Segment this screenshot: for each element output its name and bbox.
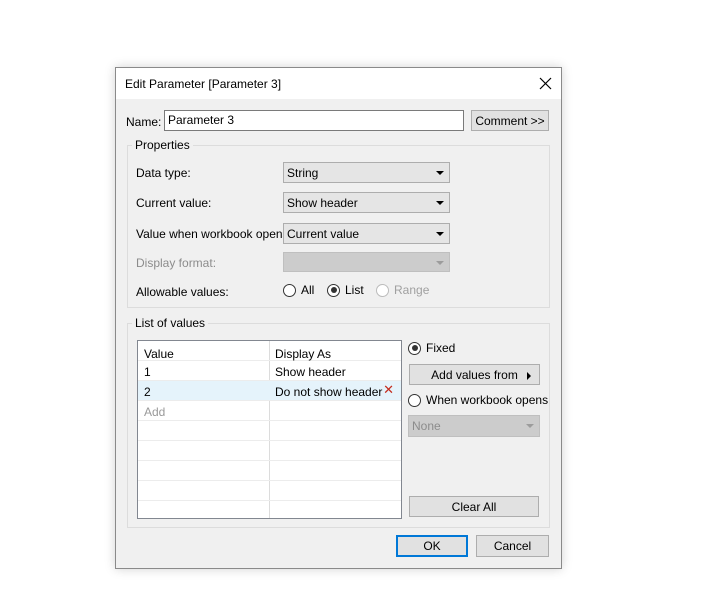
chevron-down-icon bbox=[436, 171, 444, 175]
close-icon bbox=[539, 77, 552, 90]
cancel-button[interactable]: Cancel bbox=[476, 535, 549, 557]
chevron-down-icon bbox=[436, 201, 444, 205]
name-label: Name: bbox=[126, 115, 162, 129]
table-row bbox=[138, 441, 401, 461]
value-column-header: Value bbox=[144, 347, 174, 361]
workbook-field-select: None bbox=[408, 415, 540, 437]
chevron-down-icon bbox=[436, 232, 444, 236]
radio-circle bbox=[408, 341, 421, 355]
radio-circle bbox=[376, 283, 389, 297]
display-format-label: Display format: bbox=[136, 256, 217, 270]
radio-circle bbox=[327, 283, 340, 297]
radio-circle bbox=[408, 393, 421, 407]
current-value-select[interactable]: Show header bbox=[283, 192, 450, 213]
when-workbook-opens-radio[interactable]: When workbook opens bbox=[408, 393, 548, 407]
data-type-label: Data type: bbox=[136, 166, 191, 180]
workbook-opens-label: Value when workbook opens: bbox=[136, 227, 292, 241]
data-type-value: String bbox=[287, 166, 319, 180]
allowable-list-radio[interactable]: List bbox=[327, 283, 364, 297]
name-input[interactable]: Parameter 3 bbox=[164, 110, 464, 131]
chevron-down-icon bbox=[436, 261, 444, 265]
allowable-all-label: All bbox=[301, 283, 315, 297]
allowable-values-label: Allowable values: bbox=[136, 285, 229, 299]
current-value-value: Show header bbox=[287, 196, 358, 210]
table-row[interactable]: 1 Show header bbox=[138, 361, 401, 381]
add-values-from-button[interactable]: Add values from bbox=[409, 364, 540, 385]
when-workbook-opens-label: When workbook opens bbox=[426, 393, 549, 407]
table-row bbox=[138, 501, 401, 518]
fixed-radio[interactable]: Fixed bbox=[408, 341, 455, 355]
allowable-list-label: List bbox=[345, 283, 364, 297]
delete-row-icon[interactable]: ✕ bbox=[383, 382, 394, 398]
ok-button[interactable]: OK bbox=[396, 535, 468, 557]
chevron-right-icon bbox=[527, 372, 531, 380]
table-row[interactable]: Add bbox=[138, 401, 401, 421]
properties-title: Properties bbox=[132, 138, 193, 152]
allowable-all-radio[interactable]: All bbox=[283, 283, 314, 297]
radio-circle bbox=[283, 283, 296, 297]
values-table: Value Display As 1 Show header 2 Do not … bbox=[137, 340, 402, 519]
current-value-label: Current value: bbox=[136, 196, 212, 210]
fixed-label: Fixed bbox=[426, 341, 456, 355]
workbook-opens-value: Current value bbox=[287, 227, 360, 241]
display-format-select bbox=[283, 252, 450, 272]
chevron-down-icon bbox=[526, 424, 534, 428]
dialog-title: Edit Parameter [Parameter 3] bbox=[125, 77, 282, 91]
data-type-select[interactable]: String bbox=[283, 162, 450, 183]
edit-parameter-dialog: Edit Parameter [Parameter 3] Name: Param… bbox=[115, 67, 562, 569]
workbook-field-value: None bbox=[412, 419, 441, 433]
row-display[interactable]: Show header bbox=[275, 365, 346, 379]
allowable-range-label: Range bbox=[394, 283, 430, 297]
table-row bbox=[138, 481, 401, 501]
row-value[interactable]: 2 bbox=[144, 385, 151, 399]
table-row bbox=[138, 421, 401, 441]
row-display[interactable]: Do not show header bbox=[275, 385, 382, 399]
close-button[interactable] bbox=[530, 68, 561, 99]
row-value[interactable]: 1 bbox=[144, 365, 151, 379]
display-as-column-header: Display As bbox=[275, 347, 332, 361]
clear-all-button[interactable]: Clear All bbox=[409, 496, 539, 517]
name-input-value: Parameter 3 bbox=[168, 113, 235, 127]
comment-button[interactable]: Comment >> bbox=[471, 110, 549, 131]
table-header: Value Display As bbox=[138, 341, 401, 361]
add-values-from-label: Add values from bbox=[431, 367, 518, 382]
table-row bbox=[138, 461, 401, 481]
list-of-values-title: List of values bbox=[132, 316, 209, 330]
allowable-range-radio: Range bbox=[376, 283, 429, 297]
table-row[interactable]: 2 Do not show header ✕ bbox=[138, 381, 401, 401]
workbook-opens-select[interactable]: Current value bbox=[283, 223, 450, 244]
add-row-placeholder[interactable]: Add bbox=[144, 405, 165, 419]
title-bar: Edit Parameter [Parameter 3] bbox=[116, 68, 561, 99]
